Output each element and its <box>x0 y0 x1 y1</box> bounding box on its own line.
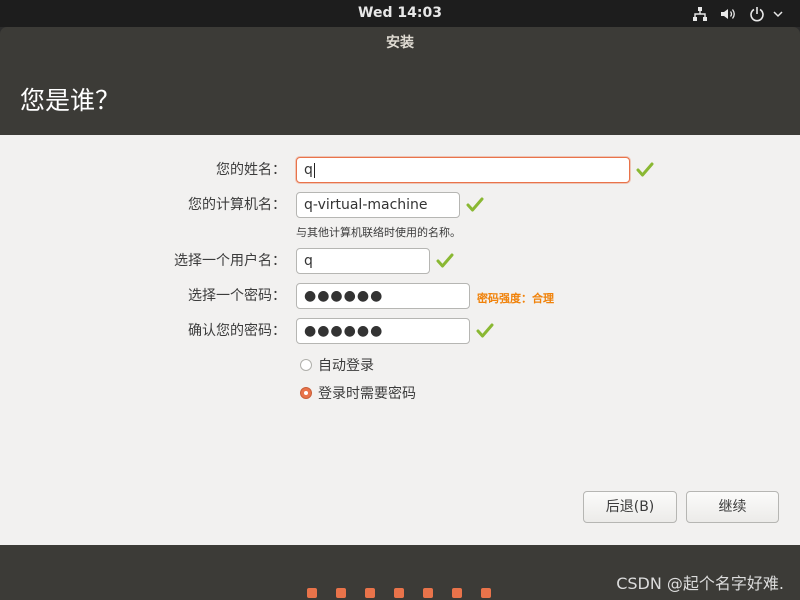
clock[interactable]: Wed 14:03 <box>0 0 800 27</box>
confirm-password-label: 确认您的密码： <box>188 323 286 339</box>
text-caret <box>313 162 315 178</box>
name-label: 您的姓名： <box>216 162 286 178</box>
check-icon <box>436 253 454 268</box>
window-title: 安装 <box>386 35 414 51</box>
auto-login-option[interactable]: 自动登录 <box>300 356 374 374</box>
chevron-down-icon[interactable] <box>770 5 786 22</box>
continue-button[interactable]: 继续 <box>686 491 779 523</box>
step-dot <box>481 588 491 598</box>
step-dot <box>423 588 433 598</box>
back-button[interactable]: 后退(B) <box>583 491 677 523</box>
name-input[interactable]: q <box>296 157 630 183</box>
name-value: q <box>304 162 313 178</box>
step-dot <box>307 588 317 598</box>
page-title: 您是谁？ <box>20 86 121 115</box>
check-icon <box>476 323 494 338</box>
installer-window: 安装 您是谁？ 您的姓名： q 您的计算机名： q-virtual-machin… <box>0 27 800 600</box>
step-indicator <box>307 588 510 598</box>
volume-icon[interactable] <box>718 5 740 22</box>
check-icon <box>636 162 654 177</box>
step-dot <box>394 588 404 598</box>
step-dot <box>336 588 346 598</box>
watermark: CSDN @起个名字好难. <box>616 574 784 593</box>
password-input[interactable]: ●●●●●● <box>296 283 470 309</box>
network-icon[interactable] <box>690 5 710 22</box>
computer-name-label: 您的计算机名： <box>188 197 286 213</box>
computer-name-input[interactable]: q-virtual-machine <box>296 192 460 218</box>
computer-name-hint: 与其他计算机联络时使用的名称。 <box>296 226 461 239</box>
password-label: 选择一个密码： <box>188 288 286 304</box>
auto-login-label: 自动登录 <box>318 358 374 374</box>
username-input[interactable]: q <box>296 248 430 274</box>
require-password-option[interactable]: 登录时需要密码 <box>300 384 416 402</box>
require-password-label: 登录时需要密码 <box>318 386 416 402</box>
username-label: 选择一个用户名： <box>174 253 286 269</box>
step-dot <box>452 588 462 598</box>
power-icon[interactable] <box>748 5 766 22</box>
password-strength: 密码强度：合理 <box>477 292 554 305</box>
auto-login-radio[interactable] <box>300 359 312 371</box>
top-panel: Wed 14:03 <box>0 0 800 27</box>
confirm-password-input[interactable]: ●●●●●● <box>296 318 470 344</box>
require-password-radio[interactable] <box>300 387 312 399</box>
check-icon <box>466 197 484 212</box>
user-form-panel: 您的姓名： q 您的计算机名： q-virtual-machine 与其他计算机… <box>0 135 800 545</box>
step-dot <box>365 588 375 598</box>
